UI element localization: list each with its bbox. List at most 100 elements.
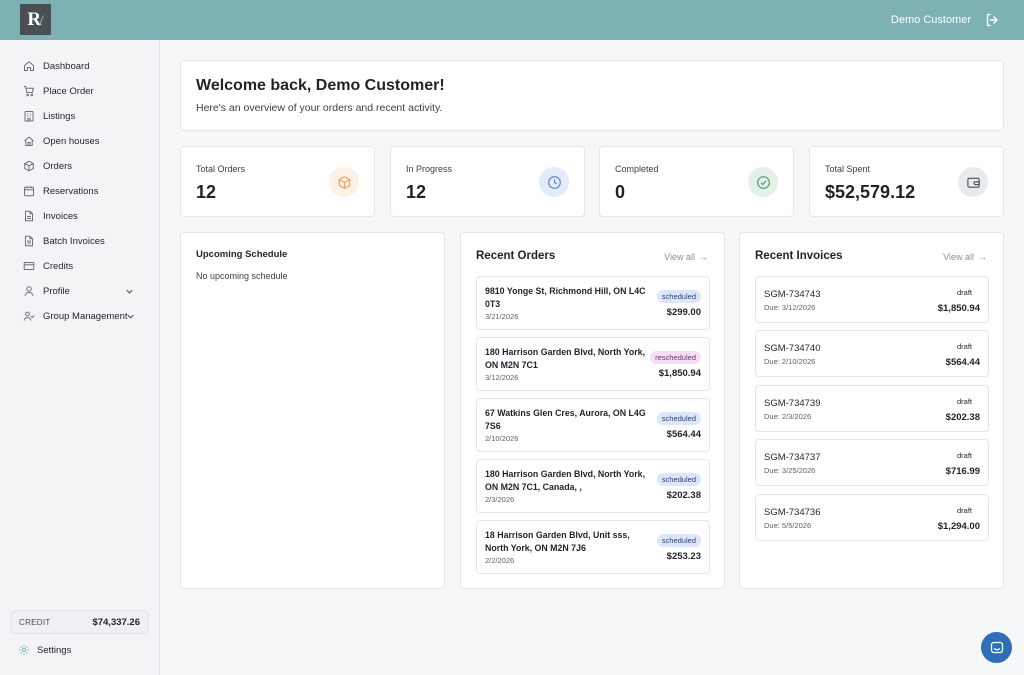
sidebar-item-label: Credits — [43, 260, 74, 272]
empty-state: No upcoming schedule — [196, 271, 288, 281]
box-icon — [24, 160, 34, 172]
arrow-right-icon: → — [699, 252, 708, 262]
panel-title: Recent Invoices — [755, 250, 843, 262]
invoice-row[interactable]: SGM-734737 Due: 3/25/2026 draft $716.99 — [755, 439, 989, 486]
sidebar-item-label: Invoices — [43, 210, 78, 222]
order-date: 2/2/2026 — [485, 556, 515, 565]
stat-completed: Completed 0 — [599, 146, 794, 217]
invoice-amount: $1,294.00 — [937, 521, 980, 532]
status-badge: draft — [956, 451, 972, 460]
sidebar-item-batch-invoices[interactable]: Batch Invoices — [0, 230, 159, 252]
invoice-amount: $202.38 — [945, 412, 980, 423]
sidebar-item-profile[interactable]: Profile — [0, 280, 159, 302]
status-badge: draft — [956, 506, 972, 515]
building-icon — [24, 111, 34, 122]
order-row[interactable]: 180 Harrison Garden Blvd, North York, ON… — [476, 459, 710, 513]
sidebar-item-dashboard[interactable]: Dashboard — [0, 55, 159, 77]
recent-orders-card: Recent Orders View all → 9810 Yonge St, R… — [460, 232, 725, 589]
order-date: 3/12/2026 — [485, 373, 519, 382]
card-icon — [23, 262, 35, 270]
stat-label: Completed — [615, 164, 659, 174]
invoice-number: SGM-734739 — [764, 398, 821, 409]
panel-title: Recent Orders — [476, 250, 556, 262]
chat-support-button[interactable] — [981, 632, 1012, 663]
invoice-row[interactable]: SGM-734743 Due: 3/12/2026 draft $1,850.9… — [755, 276, 989, 323]
chevron-down-icon[interactable] — [126, 312, 135, 321]
invoice-number: SGM-734736 — [764, 507, 821, 518]
sidebar-item-credits[interactable]: Credits — [0, 255, 159, 277]
logout-icon[interactable] — [984, 12, 1000, 28]
user-name[interactable]: Demo Customer — [891, 14, 971, 26]
gear-icon — [19, 645, 29, 655]
invoice-number: SGM-734743 — [764, 289, 821, 300]
status-badge: rescheduled — [650, 351, 701, 364]
app-logo[interactable]: R / — [20, 4, 51, 35]
order-address: 18 Harrison Garden Blvd, Unit sss, North… — [485, 530, 630, 553]
view-all-invoices-link[interactable]: View all → — [943, 252, 987, 262]
order-row[interactable]: 180 Harrison Garden Blvd, North York, ON… — [476, 337, 710, 391]
files-icon — [25, 235, 33, 247]
settings-link[interactable]: Settings — [18, 644, 71, 656]
order-amount: $299.00 — [666, 307, 701, 318]
sidebar-item-label: Orders — [43, 160, 73, 172]
stat-value: 12 — [196, 182, 217, 202]
page-subtitle: Here's an overview of your orders and re… — [196, 102, 443, 114]
sidebar-item-label: Open houses — [43, 135, 100, 147]
status-badge: scheduled — [656, 473, 701, 486]
invoice-amount: $716.99 — [945, 466, 980, 477]
invoice-due-date: Due: 3/12/2026 — [764, 303, 816, 312]
chat-icon — [990, 641, 1003, 653]
order-date: 2/10/2026 — [485, 434, 519, 443]
wallet-icon — [958, 167, 988, 197]
welcome-card: Welcome back, Demo Customer! Here's an o… — [180, 60, 1004, 131]
stat-total-orders: Total Orders 12 — [180, 146, 375, 217]
order-amount: $564.44 — [666, 429, 701, 440]
order-address: 180 Harrison Garden Blvd, North York, ON… — [485, 347, 646, 370]
invoice-row[interactable]: SGM-734740 Due: 2/10/2026 draft $564.44 — [755, 330, 989, 377]
order-row[interactable]: 18 Harrison Garden Blvd, Unit sss, North… — [476, 520, 710, 574]
invoice-row[interactable]: SGM-734736 Due: 5/5/2026 draft $1,294.00 — [755, 494, 989, 541]
stat-label: Total Orders — [196, 164, 246, 174]
stat-label: In Progress — [406, 164, 453, 174]
sidebar-item-open-houses[interactable]: Open houses — [0, 130, 159, 152]
sidebar-item-listings[interactable]: Listings — [0, 105, 159, 127]
box-icon — [329, 167, 359, 197]
order-row[interactable]: 9810 Yonge St, Richmond Hill, ON L4C 0T3… — [476, 276, 710, 330]
sidebar-item-label: Batch Invoices — [43, 235, 105, 247]
calendar-icon — [24, 186, 34, 197]
house-icon — [24, 136, 34, 146]
panel-title: Upcoming Schedule — [196, 249, 288, 260]
order-amount: $1,850.94 — [658, 368, 701, 379]
sidebar-item-invoices[interactable]: Invoices — [0, 205, 159, 227]
sidebar-item-label: Dashboard — [43, 60, 90, 72]
status-badge: draft — [956, 288, 972, 297]
sidebar-item-label: Listings — [43, 110, 76, 122]
page-title: Welcome back, Demo Customer! — [196, 77, 445, 94]
sidebar-item-place-order[interactable]: Place Order — [0, 80, 159, 102]
sidebar-item-label: Group Management — [43, 310, 128, 322]
user-icon — [24, 286, 34, 296]
users-icon — [23, 311, 35, 321]
sidebar: Dashboard Place Order Listings Open hous… — [0, 40, 160, 675]
sidebar-item-group-management[interactable]: Group Management — [0, 305, 159, 327]
order-row[interactable]: 67 Watkins Glen Cres, Aurora, ON L4G 7S6… — [476, 398, 710, 452]
invoice-due-date: Due: 2/10/2026 — [764, 357, 816, 366]
chevron-down-icon[interactable] — [125, 287, 134, 296]
sidebar-item-label: Place Order — [43, 85, 94, 97]
sidebar-item-label: Reservations — [43, 185, 99, 197]
stat-in-progress: In Progress 12 — [390, 146, 585, 217]
sidebar-item-orders[interactable]: Orders — [0, 155, 159, 177]
invoice-due-date: Due: 5/5/2026 — [764, 521, 812, 530]
order-date: 2/3/2026 — [485, 495, 515, 504]
arrow-right-icon: → — [978, 252, 987, 262]
status-badge: scheduled — [656, 290, 701, 303]
invoice-row[interactable]: SGM-734739 Due: 2/3/2026 draft $202.38 — [755, 385, 989, 432]
status-badge: scheduled — [656, 534, 701, 547]
invoice-number: SGM-734737 — [764, 452, 821, 463]
stat-value: 0 — [615, 182, 626, 202]
stat-value: $52,579.12 — [825, 182, 916, 202]
upcoming-schedule-card: Upcoming Schedule No upcoming schedule — [180, 232, 445, 589]
view-all-orders-link[interactable]: View all → — [664, 252, 708, 262]
sidebar-item-reservations[interactable]: Reservations — [0, 180, 159, 202]
stat-label: Total Spent — [825, 164, 871, 174]
